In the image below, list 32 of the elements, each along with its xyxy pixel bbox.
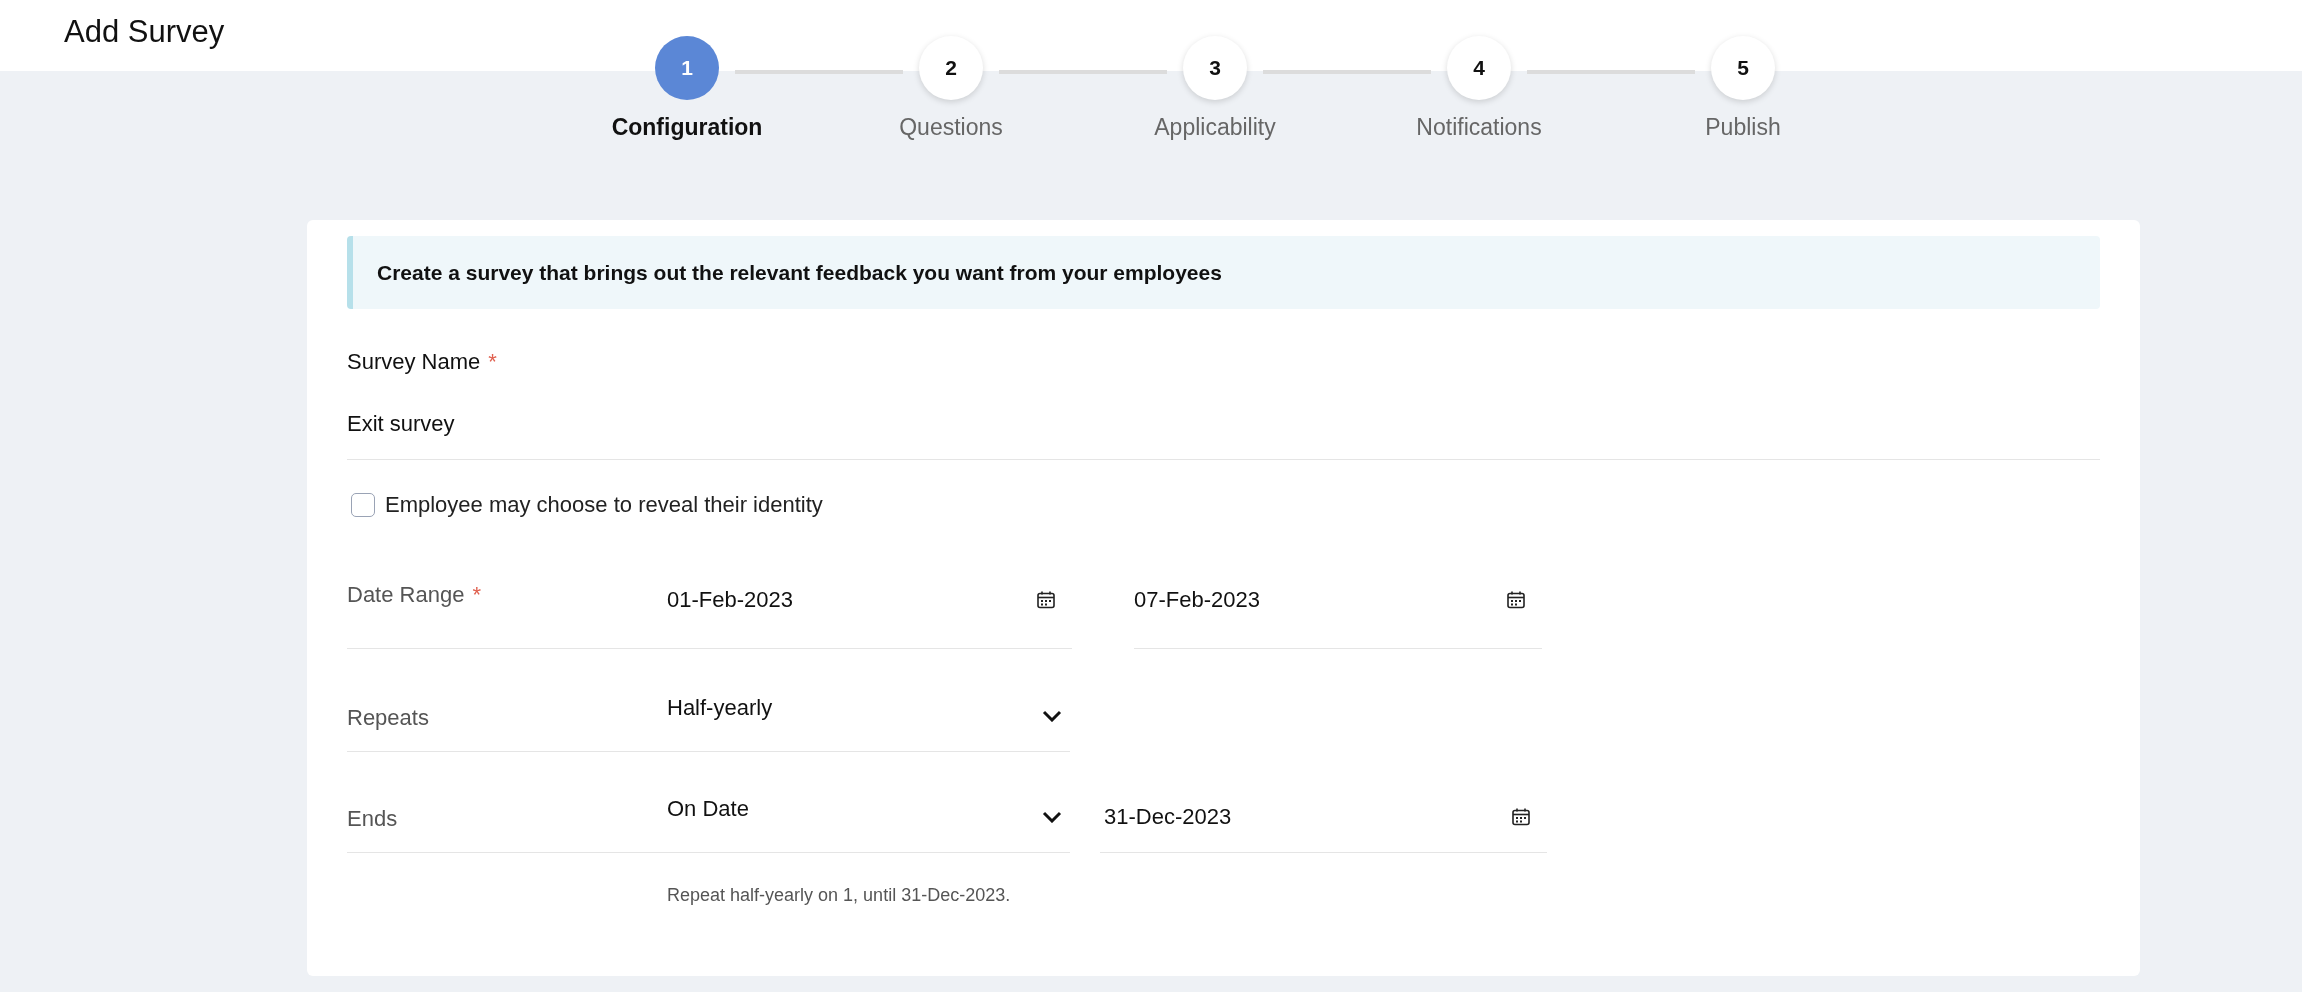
required-mark: * bbox=[472, 582, 481, 608]
chevron-down-icon[interactable] bbox=[1042, 811, 1062, 823]
step-number[interactable]: 5 bbox=[1711, 36, 1775, 100]
step-label[interactable]: Configuration bbox=[611, 114, 763, 141]
calendar-icon[interactable] bbox=[1506, 590, 1526, 610]
step-label[interactable]: Publish bbox=[1705, 114, 1781, 141]
step-label[interactable]: Applicability bbox=[1154, 114, 1276, 141]
field-label: Survey Name bbox=[347, 349, 481, 375]
chevron-down-icon[interactable] bbox=[1042, 710, 1062, 722]
step-number[interactable]: 2 bbox=[919, 36, 983, 100]
field-label: Ends bbox=[347, 806, 398, 832]
checkbox-label[interactable]: Employee may choose to reveal their identity bbox=[385, 492, 823, 518]
repeats-dropdown[interactable]: Half-yearly bbox=[667, 695, 1070, 752]
survey-name-field[interactable]: Exit survey bbox=[347, 411, 2100, 460]
start-date-field[interactable]: 01-Feb-2023 bbox=[667, 582, 1072, 649]
step-number[interactable]: 3 bbox=[1183, 36, 1247, 100]
calendar-icon[interactable] bbox=[1036, 590, 1056, 610]
banner-text: Create a survey that brings out the relevant feedback you want from your employees bbox=[377, 260, 1222, 285]
step-number[interactable]: 4 bbox=[1447, 36, 1511, 100]
step-label[interactable]: Notifications bbox=[1416, 114, 1542, 141]
end-on-date-field[interactable]: 31-Dec-2023 bbox=[1100, 796, 1547, 853]
page-title: Add Survey bbox=[64, 14, 226, 50]
checkbox[interactable] bbox=[351, 493, 375, 517]
step-number[interactable]: 1 bbox=[655, 36, 719, 100]
end-date-field[interactable]: 07-Feb-2023 bbox=[1134, 582, 1542, 649]
step-label[interactable]: Questions bbox=[899, 114, 1003, 141]
required-mark: * bbox=[488, 349, 497, 375]
field-label: Repeats bbox=[347, 705, 429, 731]
repeat-summary: Repeat half-yearly on 1, until 31-Dec-2023. bbox=[667, 885, 1012, 906]
ends-dropdown[interactable]: On Date bbox=[667, 796, 1070, 853]
field-label: Date Range bbox=[347, 582, 465, 608]
calendar-icon[interactable] bbox=[1511, 807, 1531, 827]
